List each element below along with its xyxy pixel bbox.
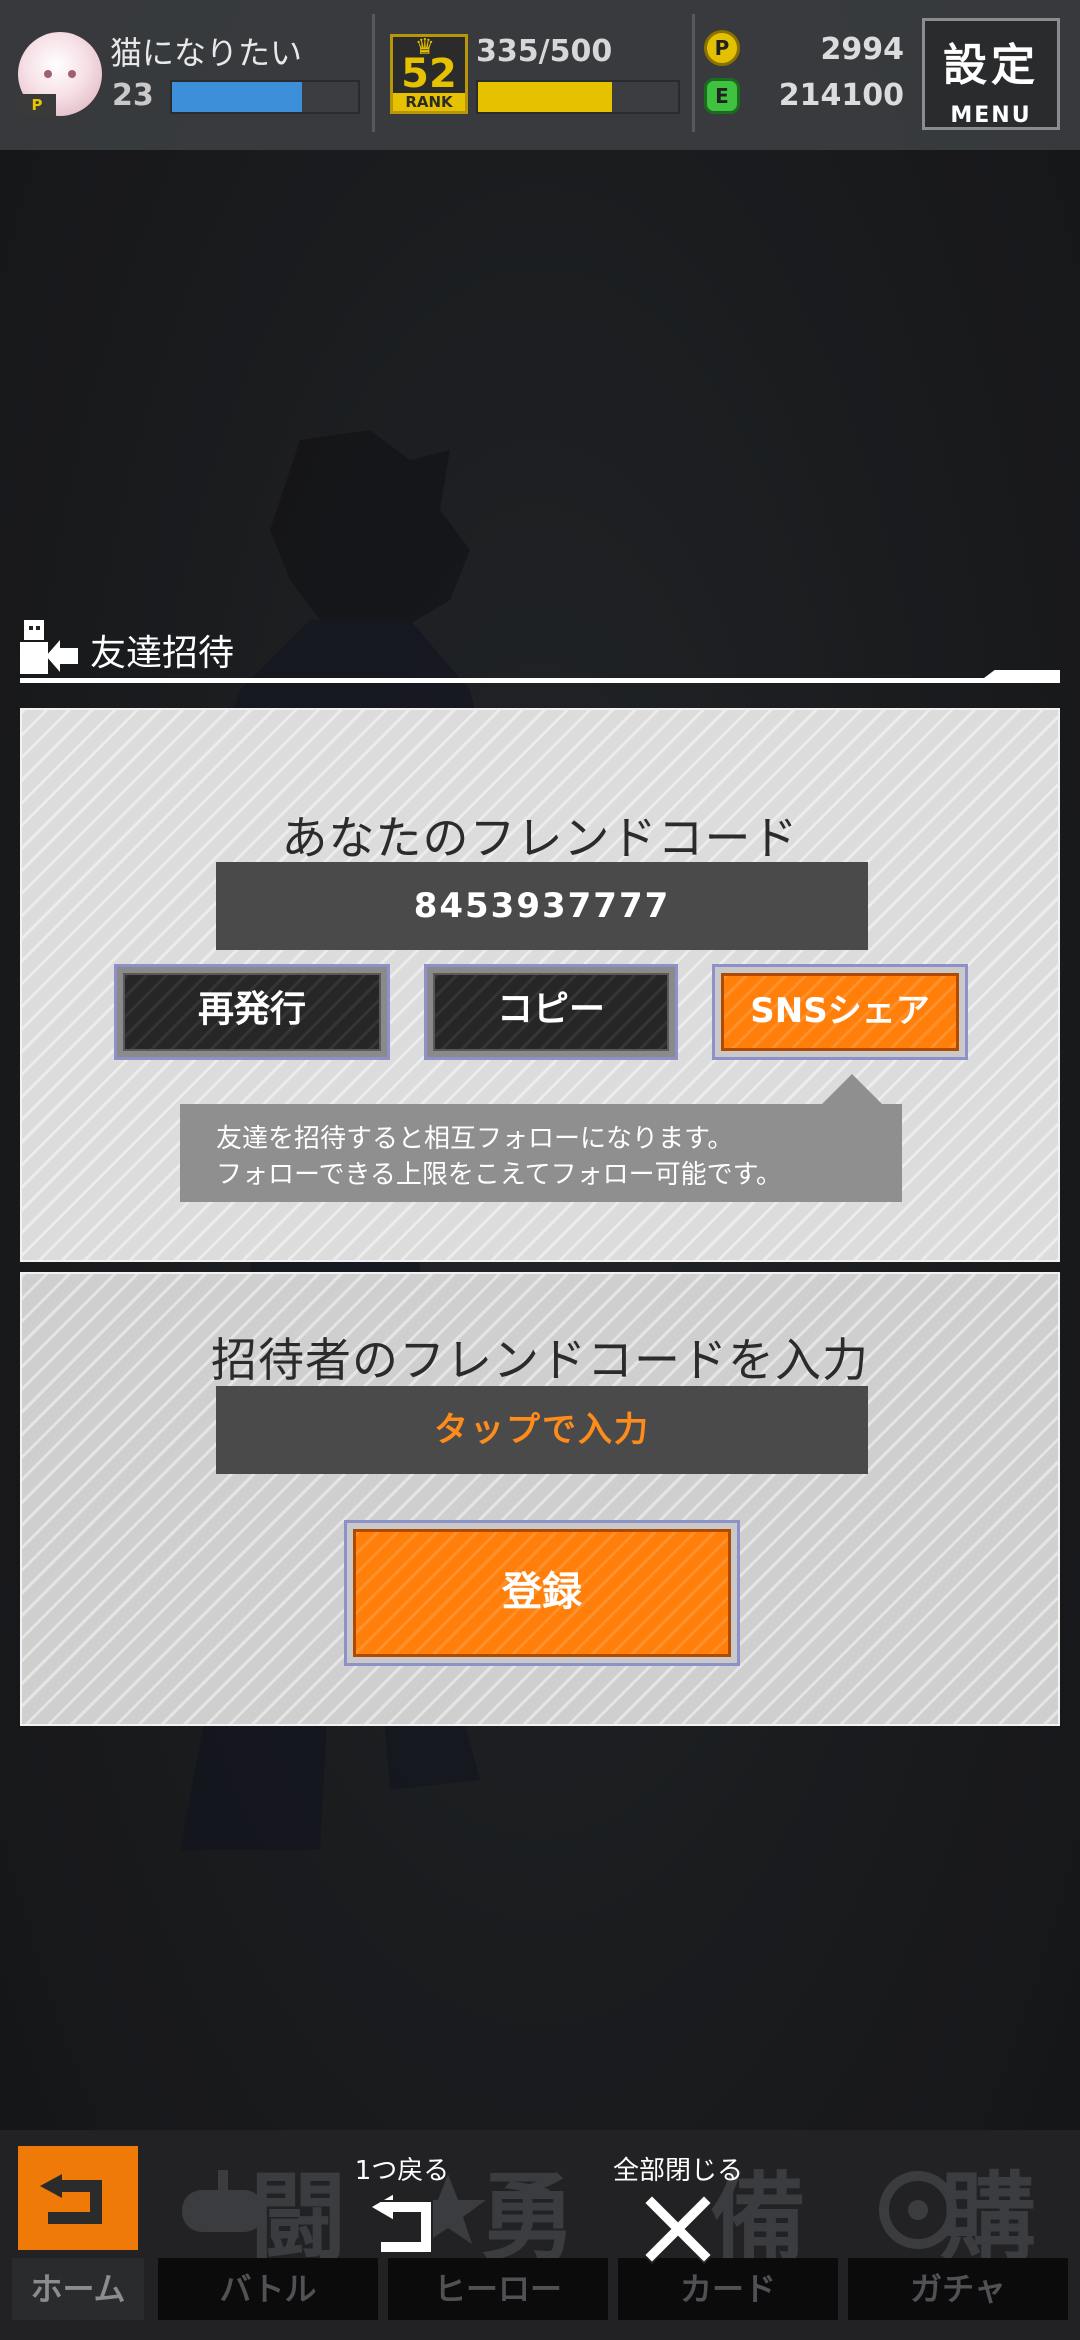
invite-code-placeholder: タップで入力 xyxy=(434,1410,650,1450)
avatar-eye-left xyxy=(44,70,52,78)
nav-gacha[interactable]: 購 ガチャ xyxy=(848,2140,1068,2330)
bottom-navigation: ホーム 闘 バトル 勇 ヒーロー 備 カード 購 ガチャ xyxy=(0,2130,1080,2340)
player-badge-icon: P xyxy=(18,94,56,116)
rank-label: RANK xyxy=(393,93,465,111)
green-currency-icon: E xyxy=(704,78,740,114)
my-friend-code-card: あなたのフレンドコード 8453937777 再発行 コピー SNSシェア 友達… xyxy=(20,708,1060,1262)
header-underline xyxy=(20,678,1060,683)
back-button[interactable]: 1つ戻る xyxy=(322,2150,482,2280)
nav-home[interactable]: ホーム xyxy=(12,2140,144,2330)
tooltip-line-2: フォローできる上限をこえてフォロー可能です。 xyxy=(216,1160,783,1190)
my-code-heading: あなたのフレンドコード xyxy=(281,811,799,865)
copy-label: コピー xyxy=(433,973,669,1051)
sns-share-label: SNSシェア xyxy=(721,973,959,1051)
close-icon xyxy=(642,2193,714,2265)
back-label: 1つ戻る xyxy=(354,2156,450,2186)
menu-label: MENU xyxy=(950,103,1032,128)
panel-title: 友達招待 xyxy=(90,633,235,674)
green-currency-count: 214100 xyxy=(778,78,904,113)
reissue-button[interactable]: 再発行 xyxy=(114,964,390,1060)
register-label: 登録 xyxy=(353,1529,731,1657)
nav-home-label: ホーム xyxy=(12,2258,144,2320)
avatar-eye-right xyxy=(68,70,76,78)
player-level: 23 xyxy=(112,78,154,113)
header-underline-tab xyxy=(984,670,1060,678)
tooltip-arrow xyxy=(820,1074,884,1106)
close-all-button[interactable]: 全部閉じる xyxy=(598,2150,758,2280)
rank-progress-bar xyxy=(476,80,680,114)
friend-invite-icon xyxy=(20,620,78,674)
nav-gacha-label: ガチャ xyxy=(848,2258,1068,2320)
register-button[interactable]: 登録 xyxy=(344,1520,740,1666)
rank-exp-text: 335/500 xyxy=(476,34,613,69)
sns-share-button[interactable]: SNSシェア xyxy=(712,964,968,1060)
status-divider xyxy=(372,14,375,132)
friend-code-box: 8453937777 xyxy=(216,862,868,950)
level-progress-fill xyxy=(172,82,303,112)
close-all-label: 全部閉じる xyxy=(612,2156,743,2186)
gamepad-icon xyxy=(182,2170,264,2232)
home-icon xyxy=(18,2146,138,2250)
rank-number: 52 xyxy=(401,51,457,97)
friend-code-value: 8453937777 xyxy=(413,886,671,926)
rank-progress-fill xyxy=(478,82,612,112)
tooltip-line-1: 友達を招待すると相互フォローになります。 xyxy=(216,1124,734,1154)
gold-coin-icon: P xyxy=(704,30,740,66)
reissue-label: 再発行 xyxy=(123,973,381,1051)
copy-button[interactable]: コピー xyxy=(424,964,678,1060)
settings-menu-button[interactable]: 設定 MENU xyxy=(922,18,1060,130)
rank-badge: ♛ 52 RANK xyxy=(390,34,468,114)
settings-label: 設定 xyxy=(943,40,1039,91)
status-divider xyxy=(692,14,695,132)
gold-coin-count: 2994 xyxy=(820,32,905,67)
panel-header: 友達招待 xyxy=(18,612,1060,684)
enter-invite-code-card: 招待者のフレンドコードを入力 タップで入力 登録 xyxy=(20,1272,1060,1726)
enter-code-heading: 招待者のフレンドコードを入力 xyxy=(211,1333,869,1387)
player-name: 猫になりたい xyxy=(110,34,303,72)
invite-code-input[interactable]: タップで入力 xyxy=(216,1386,868,1474)
status-bar: P 猫になりたい 23 ♛ 52 RANK 335/500 P 2994 E 2… xyxy=(0,0,1080,150)
level-progress-bar xyxy=(170,80,360,114)
back-arrow-icon xyxy=(368,2191,433,2254)
gacha-capsule-icon xyxy=(879,2171,957,2249)
sns-share-tooltip: 友達を招待すると相互フォローになります。 フォローできる上限をこえてフォロー可能… xyxy=(180,1074,902,1202)
